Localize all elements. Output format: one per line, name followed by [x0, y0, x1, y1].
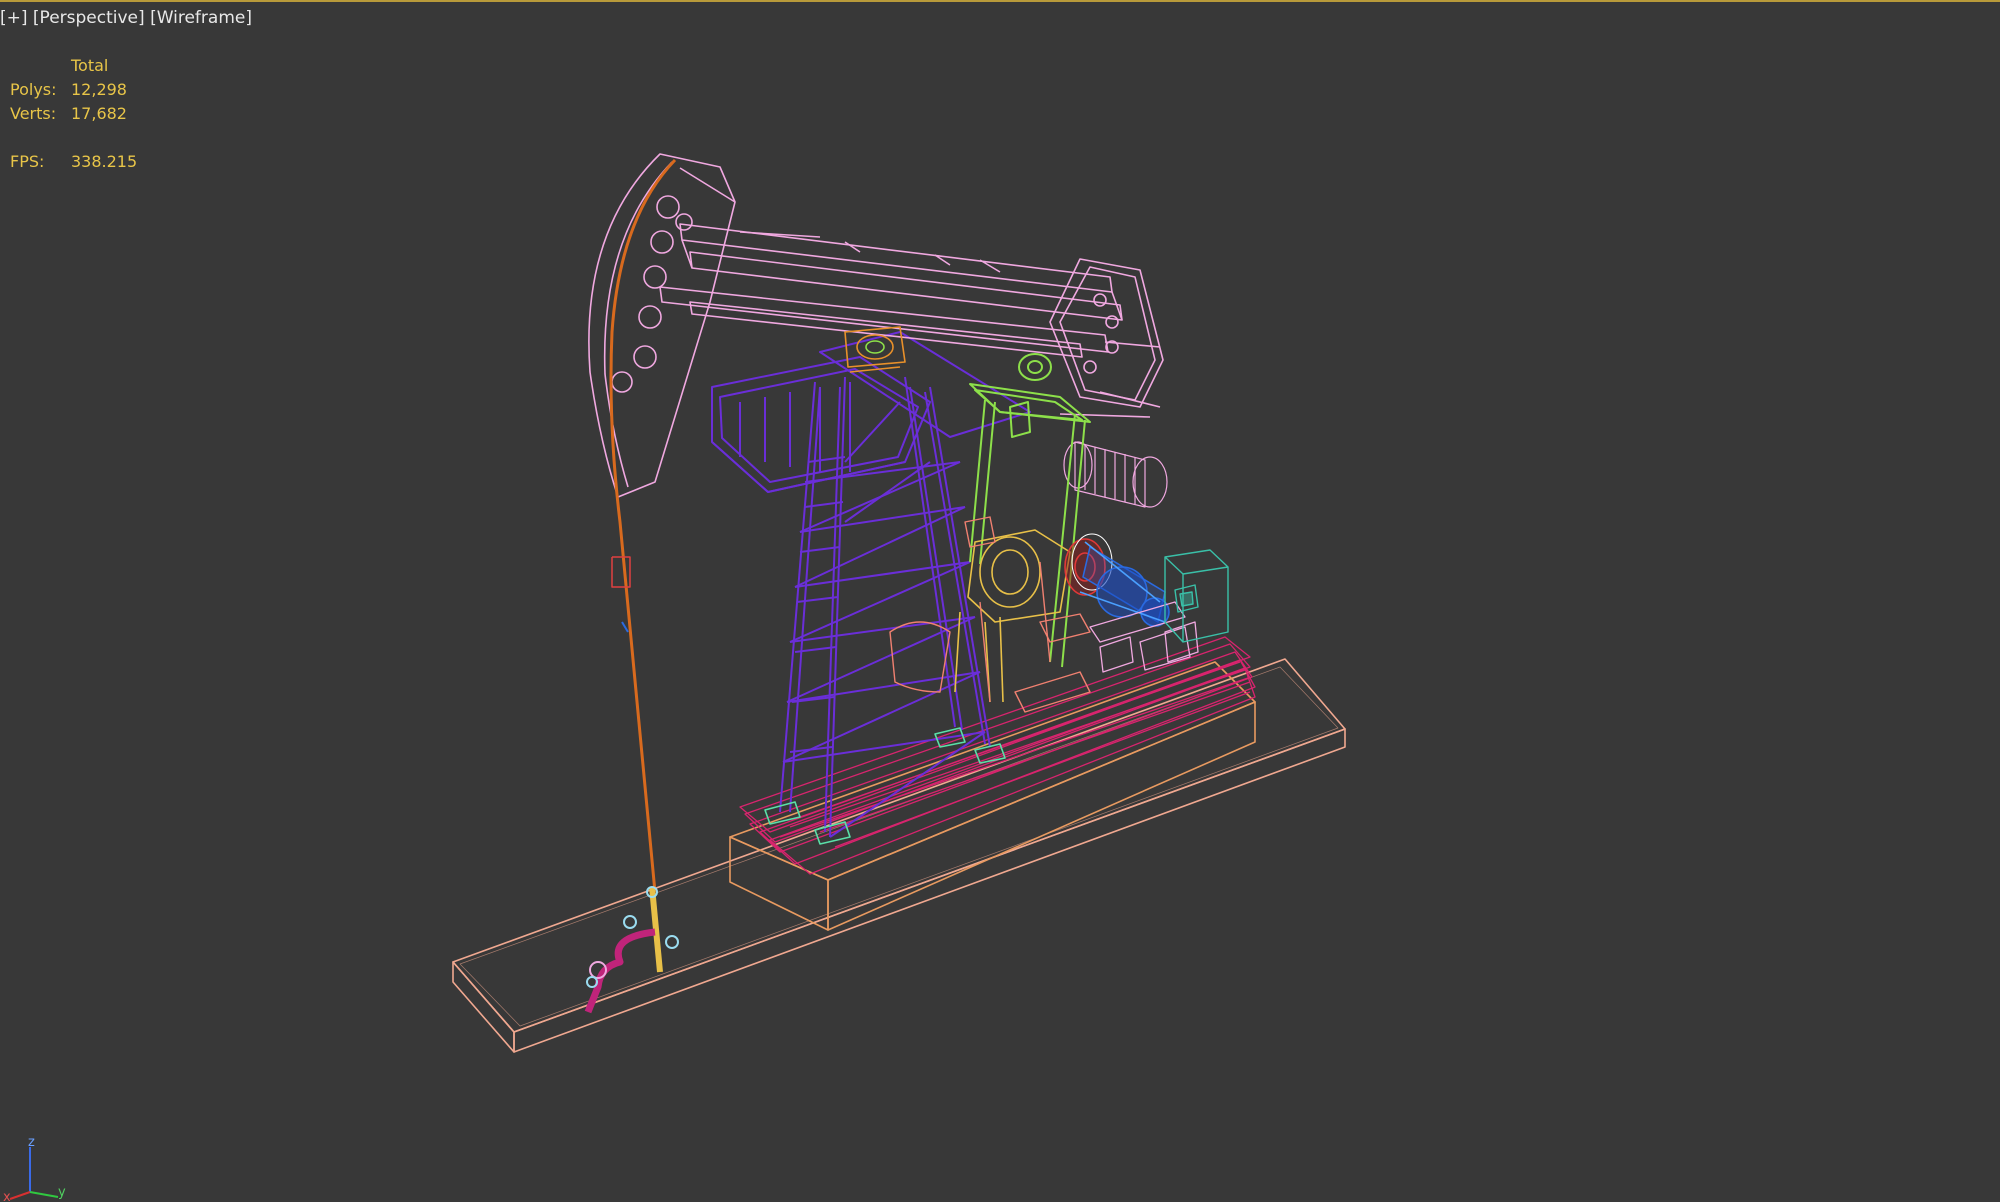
horse-head[interactable] — [588, 153, 736, 498]
polished-rod[interactable] — [609, 158, 677, 893]
pitman-arm[interactable] — [969, 353, 1091, 668]
walking-beam[interactable] — [659, 223, 1123, 358]
axis-y-label: y — [58, 1185, 66, 1200]
wireframe-scene[interactable] — [0, 2, 2000, 1202]
motor[interactable] — [1079, 541, 1170, 627]
axis-gizmo: z x y — [3, 1135, 66, 1202]
counterweight-crank[interactable] — [1049, 258, 1164, 418]
wellhead[interactable] — [584, 886, 679, 1014]
3d-viewport[interactable]: [+] [Perspective] [Wireframe] Total Poly… — [0, 0, 2000, 1202]
axis-x-label: x — [3, 1190, 11, 1202]
axis-z-label: z — [28, 1135, 35, 1150]
foundation-slab[interactable] — [452, 658, 1346, 1053]
